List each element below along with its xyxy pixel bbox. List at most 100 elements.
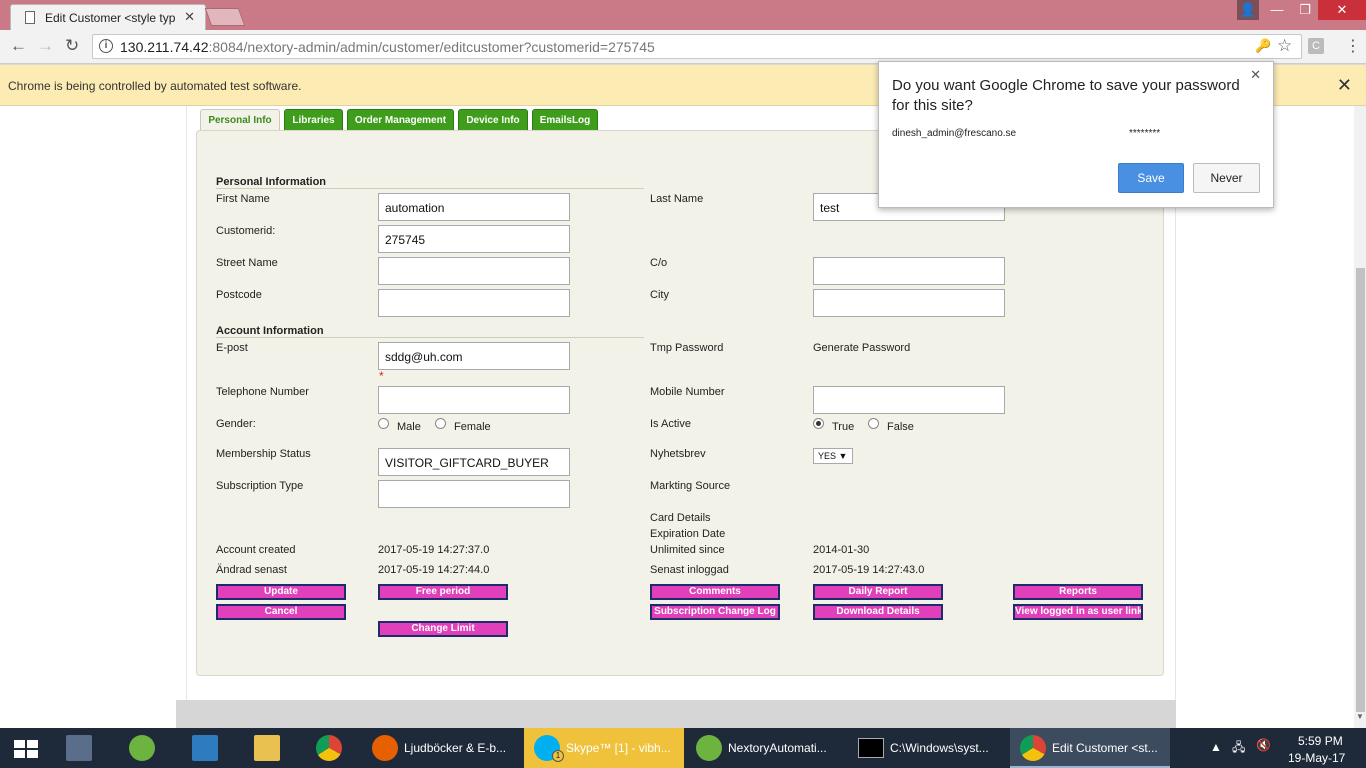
gender-male-radio[interactable] xyxy=(378,418,389,429)
reports-button[interactable]: Reports xyxy=(1013,584,1143,600)
browser-toolbar: ← → ↻ i 130.211.74.42:8084/nextory-admin… xyxy=(0,30,1366,64)
daily-report-button[interactable]: Daily Report xyxy=(813,584,943,600)
close-dialog-icon[interactable]: ✕ xyxy=(1250,67,1261,83)
view-logged-in-button[interactable]: View logged in as user link xyxy=(1013,604,1143,620)
close-infobar-icon[interactable]: ✕ xyxy=(1337,75,1352,96)
url-text[interactable]: 130.211.74.42:8084/nextory-admin/admin/c… xyxy=(120,39,655,55)
file-explorer-icon[interactable] xyxy=(254,735,280,761)
menu-icon[interactable]: ⋮ xyxy=(1345,36,1361,56)
section-divider xyxy=(216,337,644,338)
mobile-input[interactable] xyxy=(813,386,1005,414)
is-active-true-radio[interactable] xyxy=(813,418,824,429)
page-scrollbar[interactable]: ▼ xyxy=(1354,106,1366,728)
tab-device-info[interactable]: Device Info xyxy=(458,109,528,131)
card-details-label: Card Details xyxy=(650,512,711,524)
tab-personal-info[interactable]: Personal Info xyxy=(200,109,280,132)
senast-inloggad-value: 2017-05-19 14:27:43.0 xyxy=(813,564,925,576)
info-icon[interactable]: i xyxy=(99,39,113,53)
nyhetsbrev-label: Nyhetsbrev xyxy=(650,448,706,460)
chrome-icon[interactable] xyxy=(316,735,342,761)
epost-input[interactable]: sddg@uh.com xyxy=(378,342,570,370)
remote-desktop-icon[interactable] xyxy=(192,735,218,761)
tab-libraries[interactable]: Libraries xyxy=(284,109,343,131)
reload-icon[interactable]: ↻ xyxy=(65,36,79,56)
change-limit-button[interactable]: Change Limit xyxy=(378,621,508,637)
taskbar-nextory-automation[interactable]: NextoryAutomati... xyxy=(686,728,846,768)
clock-time[interactable]: 5:59 PM xyxy=(1298,734,1343,748)
is-active-false-radio[interactable] xyxy=(868,418,879,429)
nyhetsbrev-select[interactable]: YES ▼ xyxy=(813,448,853,464)
tab-emails-log[interactable]: EmailsLog xyxy=(532,109,598,131)
taskbar-firefox[interactable]: Ljudböcker & E-b... xyxy=(362,728,522,768)
subscription-change-log-button[interactable]: Subscription Change Log xyxy=(650,604,780,620)
saved-password: ******** xyxy=(1129,128,1161,139)
network-icon[interactable]: 🖧 xyxy=(1232,738,1245,768)
customerid-input[interactable]: 275745 xyxy=(378,225,570,253)
account-created-value: 2017-05-19 14:27:37.0 xyxy=(378,544,490,556)
browser-tab[interactable]: Edit Customer <style typ ✕ xyxy=(10,4,206,30)
spring-tool-icon xyxy=(696,735,722,761)
firefox-icon xyxy=(372,735,398,761)
update-button[interactable]: Update xyxy=(216,584,346,600)
save-password-button[interactable]: Save xyxy=(1118,163,1184,193)
customerid-label: Customerid: xyxy=(216,225,276,237)
chrome-icon xyxy=(1020,735,1046,761)
gender-female-radio[interactable] xyxy=(435,418,446,429)
generate-password-link[interactable]: Generate Password xyxy=(813,342,910,354)
close-window-icon[interactable]: ✕ xyxy=(1318,0,1366,20)
start-button[interactable] xyxy=(0,728,50,768)
windows-logo-icon xyxy=(14,740,38,758)
command-prompt-icon xyxy=(858,738,884,758)
tab-order-management[interactable]: Order Management xyxy=(347,109,454,131)
last-name-label: Last Name xyxy=(650,193,704,205)
saved-username: dinesh_admin@frescano.se xyxy=(892,128,1017,139)
first-name-input[interactable]: automation xyxy=(378,193,570,221)
tab-title: Edit Customer <style typ xyxy=(45,11,176,25)
andrad-senast-label: Ändrad senast xyxy=(216,564,287,576)
postcode-input[interactable] xyxy=(378,289,570,317)
clock-date[interactable]: 19-May-17 xyxy=(1288,751,1345,765)
minimize-icon[interactable]: — xyxy=(1262,0,1292,20)
download-details-button[interactable]: Download Details xyxy=(813,604,943,620)
infobar-message: Chrome is being controlled by automated … xyxy=(8,79,302,93)
never-save-button[interactable]: Never xyxy=(1193,163,1260,193)
show-hidden-icons-icon[interactable]: ▲ xyxy=(1210,740,1222,768)
address-bar[interactable]: i 130.211.74.42:8084/nextory-admin/admin… xyxy=(92,34,1302,59)
free-period-button[interactable]: Free period xyxy=(378,584,508,600)
city-input[interactable] xyxy=(813,289,1005,317)
taskbar-skype[interactable]: 1 Skype™ [1] - vibh... xyxy=(524,728,684,768)
key-icon[interactable]: 🔑 xyxy=(1255,38,1271,54)
telephone-input[interactable] xyxy=(378,386,570,414)
bookmark-star-icon[interactable]: ☆ xyxy=(1277,36,1292,56)
city-label: City xyxy=(650,289,669,301)
extension-icon[interactable]: C xyxy=(1308,38,1324,54)
back-arrow-icon[interactable]: ← xyxy=(10,36,27,56)
page-footer-area xyxy=(176,700,1176,728)
telephone-label: Telephone Number xyxy=(216,386,309,398)
markting-source-label: Markting Source xyxy=(650,480,731,492)
spring-tool-icon[interactable] xyxy=(129,735,155,761)
section-divider xyxy=(216,188,644,189)
new-tab-button[interactable] xyxy=(204,8,246,26)
co-input[interactable] xyxy=(813,257,1005,285)
cancel-button[interactable]: Cancel xyxy=(216,604,346,620)
comments-button[interactable]: Comments xyxy=(650,584,780,600)
subscription-type-input[interactable] xyxy=(378,480,570,508)
is-active-true-label: True xyxy=(832,421,855,433)
maximize-icon[interactable]: ❐ xyxy=(1290,0,1320,20)
volume-muted-icon[interactable]: 🔇 xyxy=(1256,738,1271,768)
scrollbar-thumb[interactable] xyxy=(1356,268,1365,712)
account-info-heading: Account Information xyxy=(216,325,324,337)
forward-arrow-icon[interactable]: → xyxy=(37,36,54,56)
co-label: C/o xyxy=(650,257,668,269)
user-icon[interactable]: 👤 xyxy=(1237,0,1259,20)
membership-status-input[interactable]: VISITOR_GIFTCARD_BUYER xyxy=(378,448,570,476)
close-tab-icon[interactable]: ✕ xyxy=(184,9,195,25)
taskbar-cmd[interactable]: C:\Windows\syst... xyxy=(848,728,1008,768)
taskbar-chrome-edit-customer[interactable]: Edit Customer <st... xyxy=(1010,728,1170,768)
scroll-down-icon[interactable]: ▼ xyxy=(1356,712,1364,721)
street-name-input[interactable] xyxy=(378,257,570,285)
membership-status-label: Membership Status xyxy=(216,448,311,460)
network-tool-icon[interactable] xyxy=(66,735,92,761)
gender-label: Gender: xyxy=(216,418,256,430)
